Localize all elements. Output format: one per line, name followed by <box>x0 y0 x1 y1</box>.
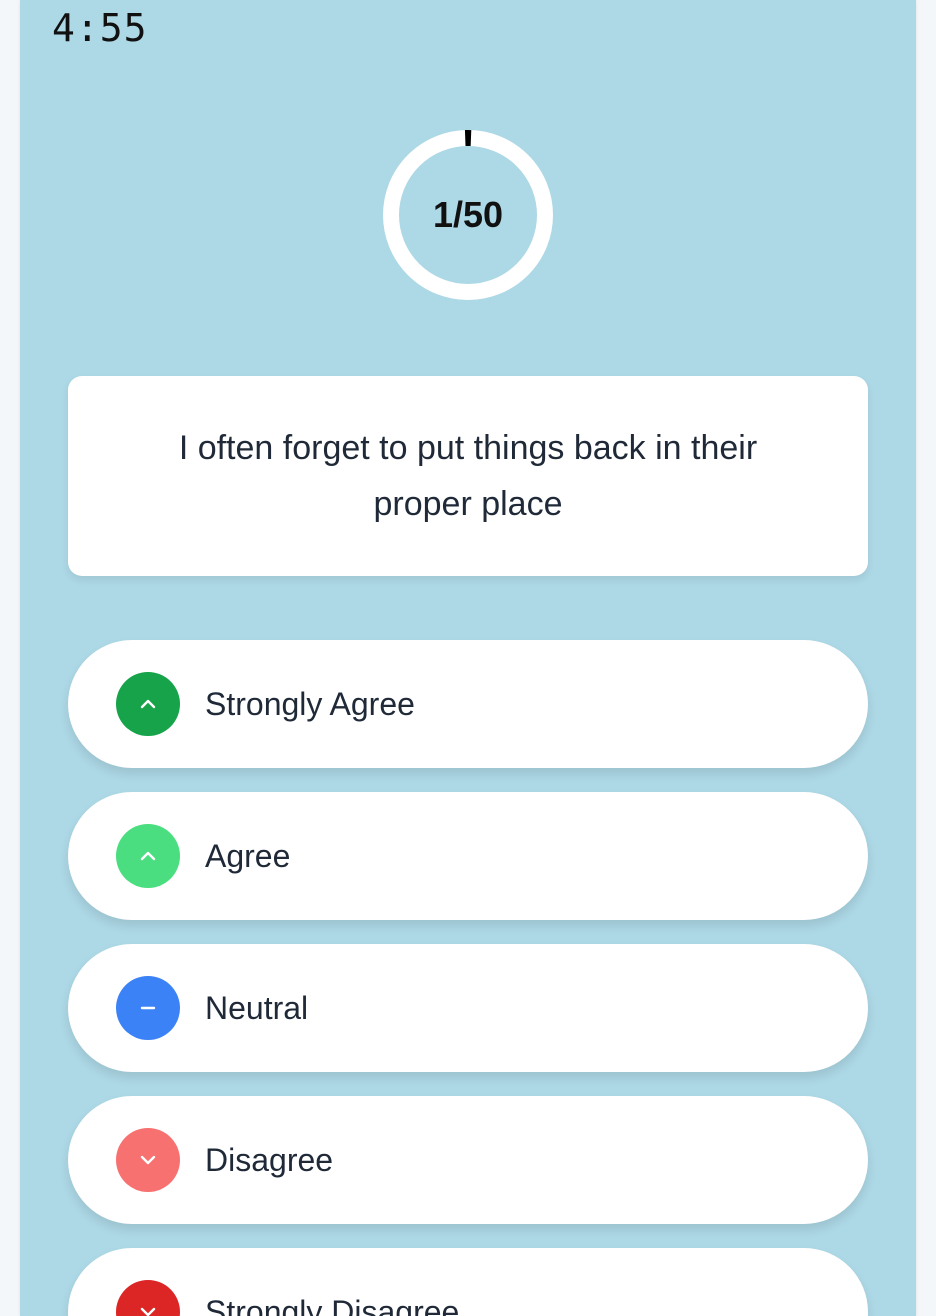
option-label: Agree <box>205 837 291 874</box>
question-counter: 1/50 <box>432 194 504 235</box>
question-card: I often forget to put things back in the… <box>68 376 868 576</box>
option-label: Strongly Disagree <box>205 1293 460 1316</box>
countdown-timer: 4:55 <box>52 6 148 50</box>
chevron-up-icon <box>116 672 180 736</box>
minus-icon <box>116 976 180 1040</box>
option-label: Disagree <box>205 1141 334 1178</box>
option-neutral[interactable]: Neutral <box>68 944 868 1072</box>
chevron-up-icon <box>116 824 180 888</box>
option-strongly-disagree[interactable]: Strongly Disagree <box>68 1248 868 1316</box>
option-label: Neutral <box>205 989 309 1026</box>
option-disagree[interactable]: Disagree <box>68 1096 868 1224</box>
question-text: I often forget to put things back in the… <box>178 429 758 523</box>
option-label: Strongly Agree <box>205 685 415 722</box>
progress-ring: 1/50 <box>383 130 553 300</box>
survey-screen: 4:55 1/50 I often forget to put things b… <box>20 0 916 1316</box>
chevron-down-icon <box>116 1280 180 1316</box>
chevron-down-icon <box>116 1128 180 1192</box>
option-strongly-agree[interactable]: Strongly Agree <box>68 640 868 768</box>
option-agree[interactable]: Agree <box>68 792 868 920</box>
